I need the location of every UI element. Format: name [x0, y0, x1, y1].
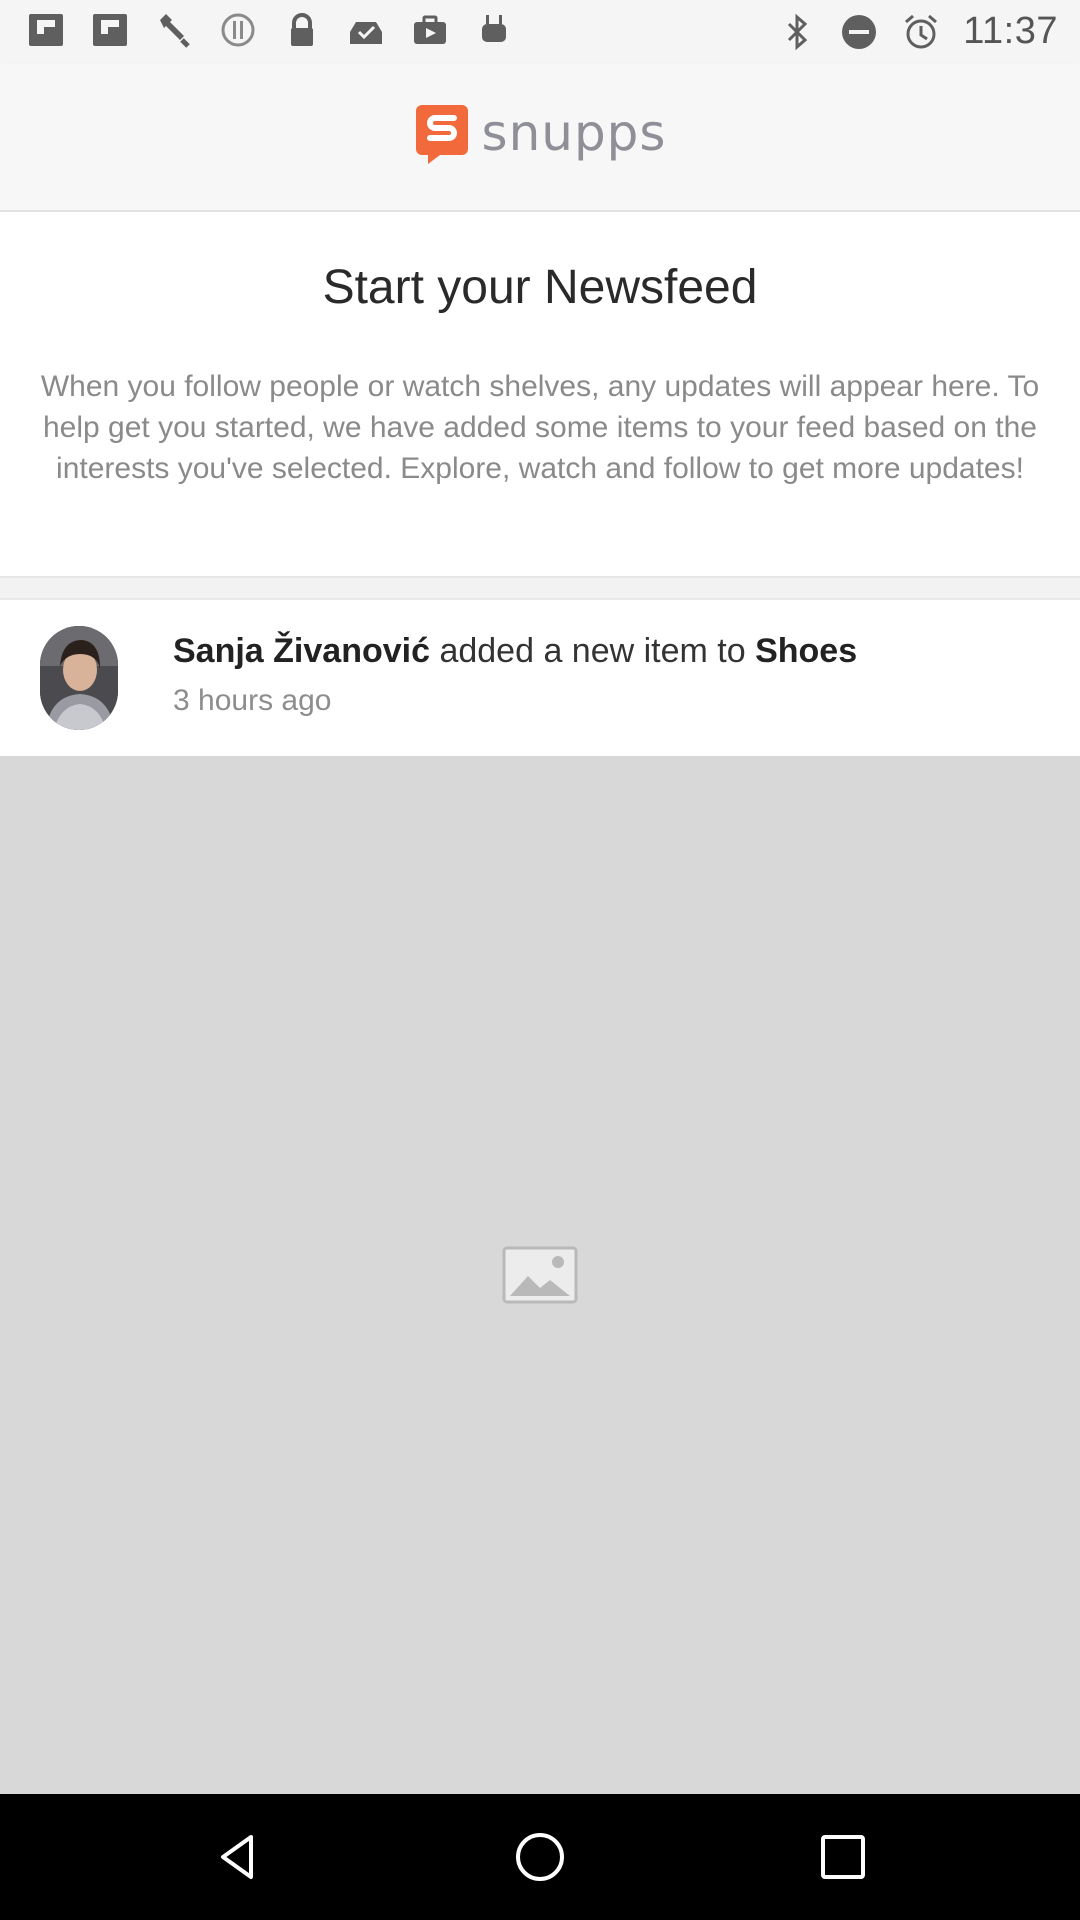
screen: 11:37 snupps Start your Newsfeed When yo… [0, 0, 1080, 1920]
alarm-icon [901, 12, 941, 52]
app-header: snupps [0, 64, 1080, 212]
android-icon [474, 10, 514, 50]
home-button[interactable] [500, 1817, 580, 1897]
item-image-placeholder[interactable] [0, 756, 1080, 1794]
snupps-logo-icon [414, 101, 470, 165]
newsfeed-intro-card: Start your Newsfeed When you follow peop… [0, 212, 1080, 578]
feed-item-text: Sanja Živanović added a new item to Shoe… [173, 632, 857, 671]
snupps-logo[interactable]: snupps [414, 101, 667, 165]
lock-icon [282, 10, 322, 50]
navigation-bar [0, 1794, 1080, 1920]
back-icon [221, 1835, 253, 1879]
flipboard-icon [90, 10, 130, 50]
briefcase-icon [410, 10, 450, 50]
home-icon [516, 1833, 564, 1881]
logo-text: snupps [481, 104, 667, 162]
recents-button[interactable] [803, 1817, 883, 1897]
flipboard-icon [26, 10, 66, 50]
recents-icon [821, 1835, 865, 1879]
notification-icons [26, 10, 514, 50]
page-title: Start your Newsfeed [322, 261, 758, 314]
inbox-check-icon [346, 10, 386, 50]
user-name-link[interactable]: Sanja Živanović [173, 632, 430, 670]
feed-item[interactable]: Sanja Živanović added a new item to Shoe… [0, 598, 1080, 756]
status-time: 11:37 [963, 10, 1058, 52]
wrench-icon [154, 10, 194, 50]
alert-icon [218, 10, 258, 50]
shelf-name-link[interactable]: Shoes [755, 632, 857, 670]
bluetooth-icon [777, 12, 817, 52]
status-bar: 11:37 [0, 0, 1080, 64]
back-button[interactable] [197, 1817, 277, 1897]
do-not-disturb-icon [839, 12, 879, 52]
avatar[interactable] [40, 626, 118, 730]
feed-item-timestamp: 3 hours ago [173, 684, 332, 717]
system-icons: 11:37 [777, 10, 1058, 53]
image-icon [502, 1246, 578, 1304]
intro-description: When you follow people or watch shelves,… [40, 370, 1040, 485]
feed-action-text: added a new item to [430, 632, 756, 670]
